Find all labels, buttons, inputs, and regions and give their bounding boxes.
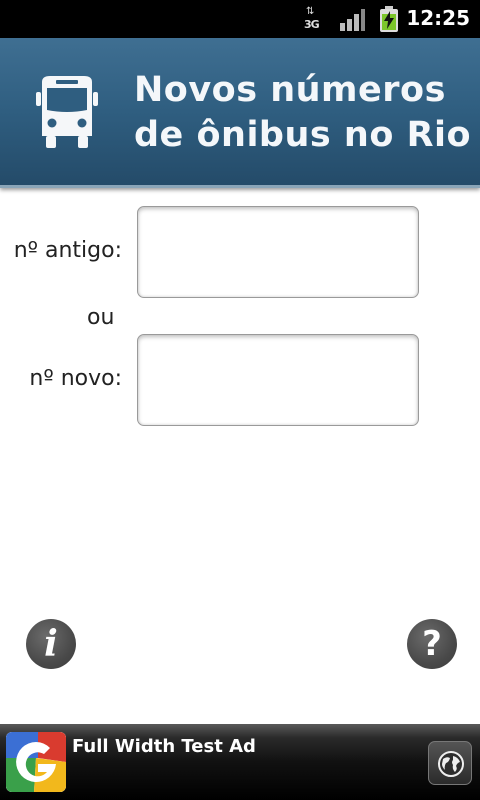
page-title: Novos números de ônibus no Rio xyxy=(134,68,474,158)
old-number-input[interactable] xyxy=(137,206,419,298)
ad-banner[interactable]: Full Width Test Ad xyxy=(0,724,480,800)
bus-icon xyxy=(36,76,98,148)
title-line-1: Novos números xyxy=(134,70,446,110)
battery-charging-icon xyxy=(380,6,398,32)
info-icon: i xyxy=(44,623,58,665)
app-header: Novos números de ônibus no Rio xyxy=(0,38,480,188)
globe-icon xyxy=(438,751,464,777)
info-button[interactable]: i xyxy=(26,619,76,669)
network-type: 3G xyxy=(304,18,320,31)
ad-text: Full Width Test Ad xyxy=(72,736,256,757)
old-number-label: nº antigo: xyxy=(13,238,122,263)
or-label: ou xyxy=(87,305,115,330)
help-icon: ? xyxy=(422,624,442,664)
signal-icon xyxy=(340,9,365,31)
new-number-label: nº novo: xyxy=(29,366,122,391)
ad-open-button[interactable] xyxy=(428,741,472,785)
data-transfer-icon: ⇅ 3G xyxy=(304,6,320,32)
help-button[interactable]: ? xyxy=(407,619,457,669)
clock: 12:25 xyxy=(406,6,470,30)
title-line-2: de ônibus no Rio xyxy=(134,115,472,155)
google-logo-icon xyxy=(6,732,66,792)
new-number-input[interactable] xyxy=(137,334,419,426)
status-bar: ⇅ 3G 12:25 xyxy=(0,0,480,38)
